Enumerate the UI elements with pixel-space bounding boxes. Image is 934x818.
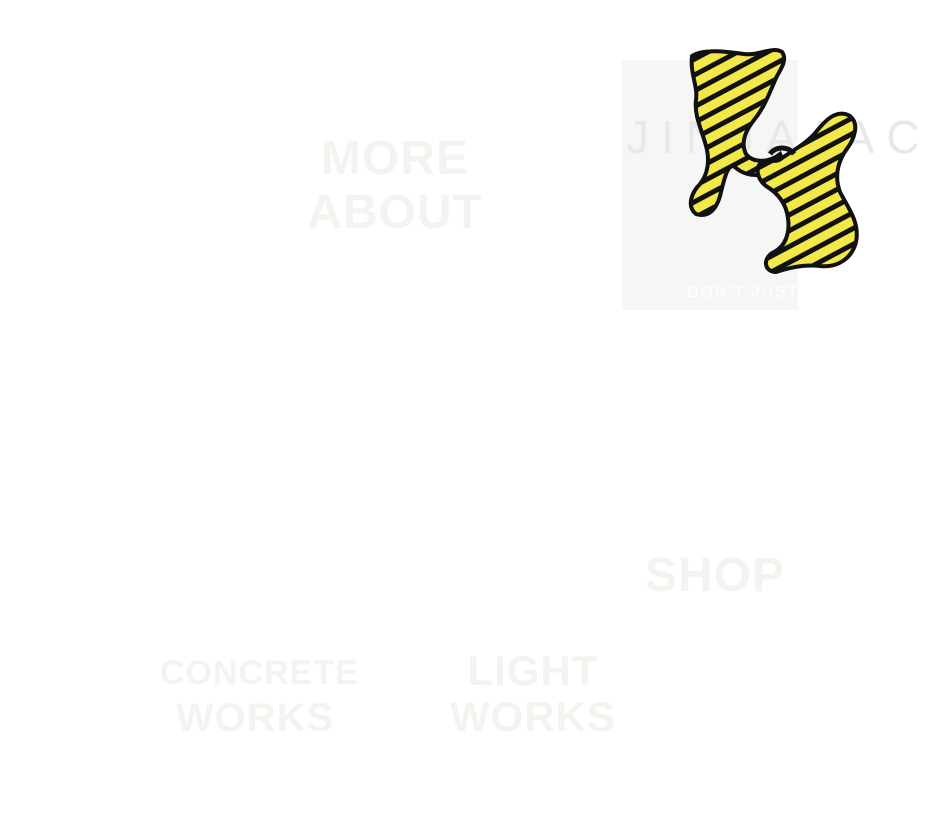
nav-light-label: LIGHT (467, 647, 599, 694)
nav-concrete-label: CONCRETE (160, 654, 359, 692)
logo-figures-icon (688, 48, 859, 274)
nav-light-works-label: WORKS (450, 693, 616, 740)
nav-concrete-works-label: WORKS (175, 696, 335, 740)
nav-light-works-link[interactable]: LIGHT WORKS (448, 650, 618, 738)
nav-about-label: ABOUT (307, 186, 483, 239)
nav-shop-link[interactable]: SHOP (630, 552, 800, 600)
page: JINJAJAC DON'T JUST MORE ABOUT SHOP CONC… (0, 0, 934, 818)
nav-concrete-works-link[interactable]: CONCRETE WORKS (160, 654, 359, 740)
nav-more-about-link[interactable]: MORE ABOUT (300, 135, 490, 243)
logo-tagline: DON'T JUST (687, 284, 800, 301)
nav-more-label: MORE (321, 132, 469, 185)
